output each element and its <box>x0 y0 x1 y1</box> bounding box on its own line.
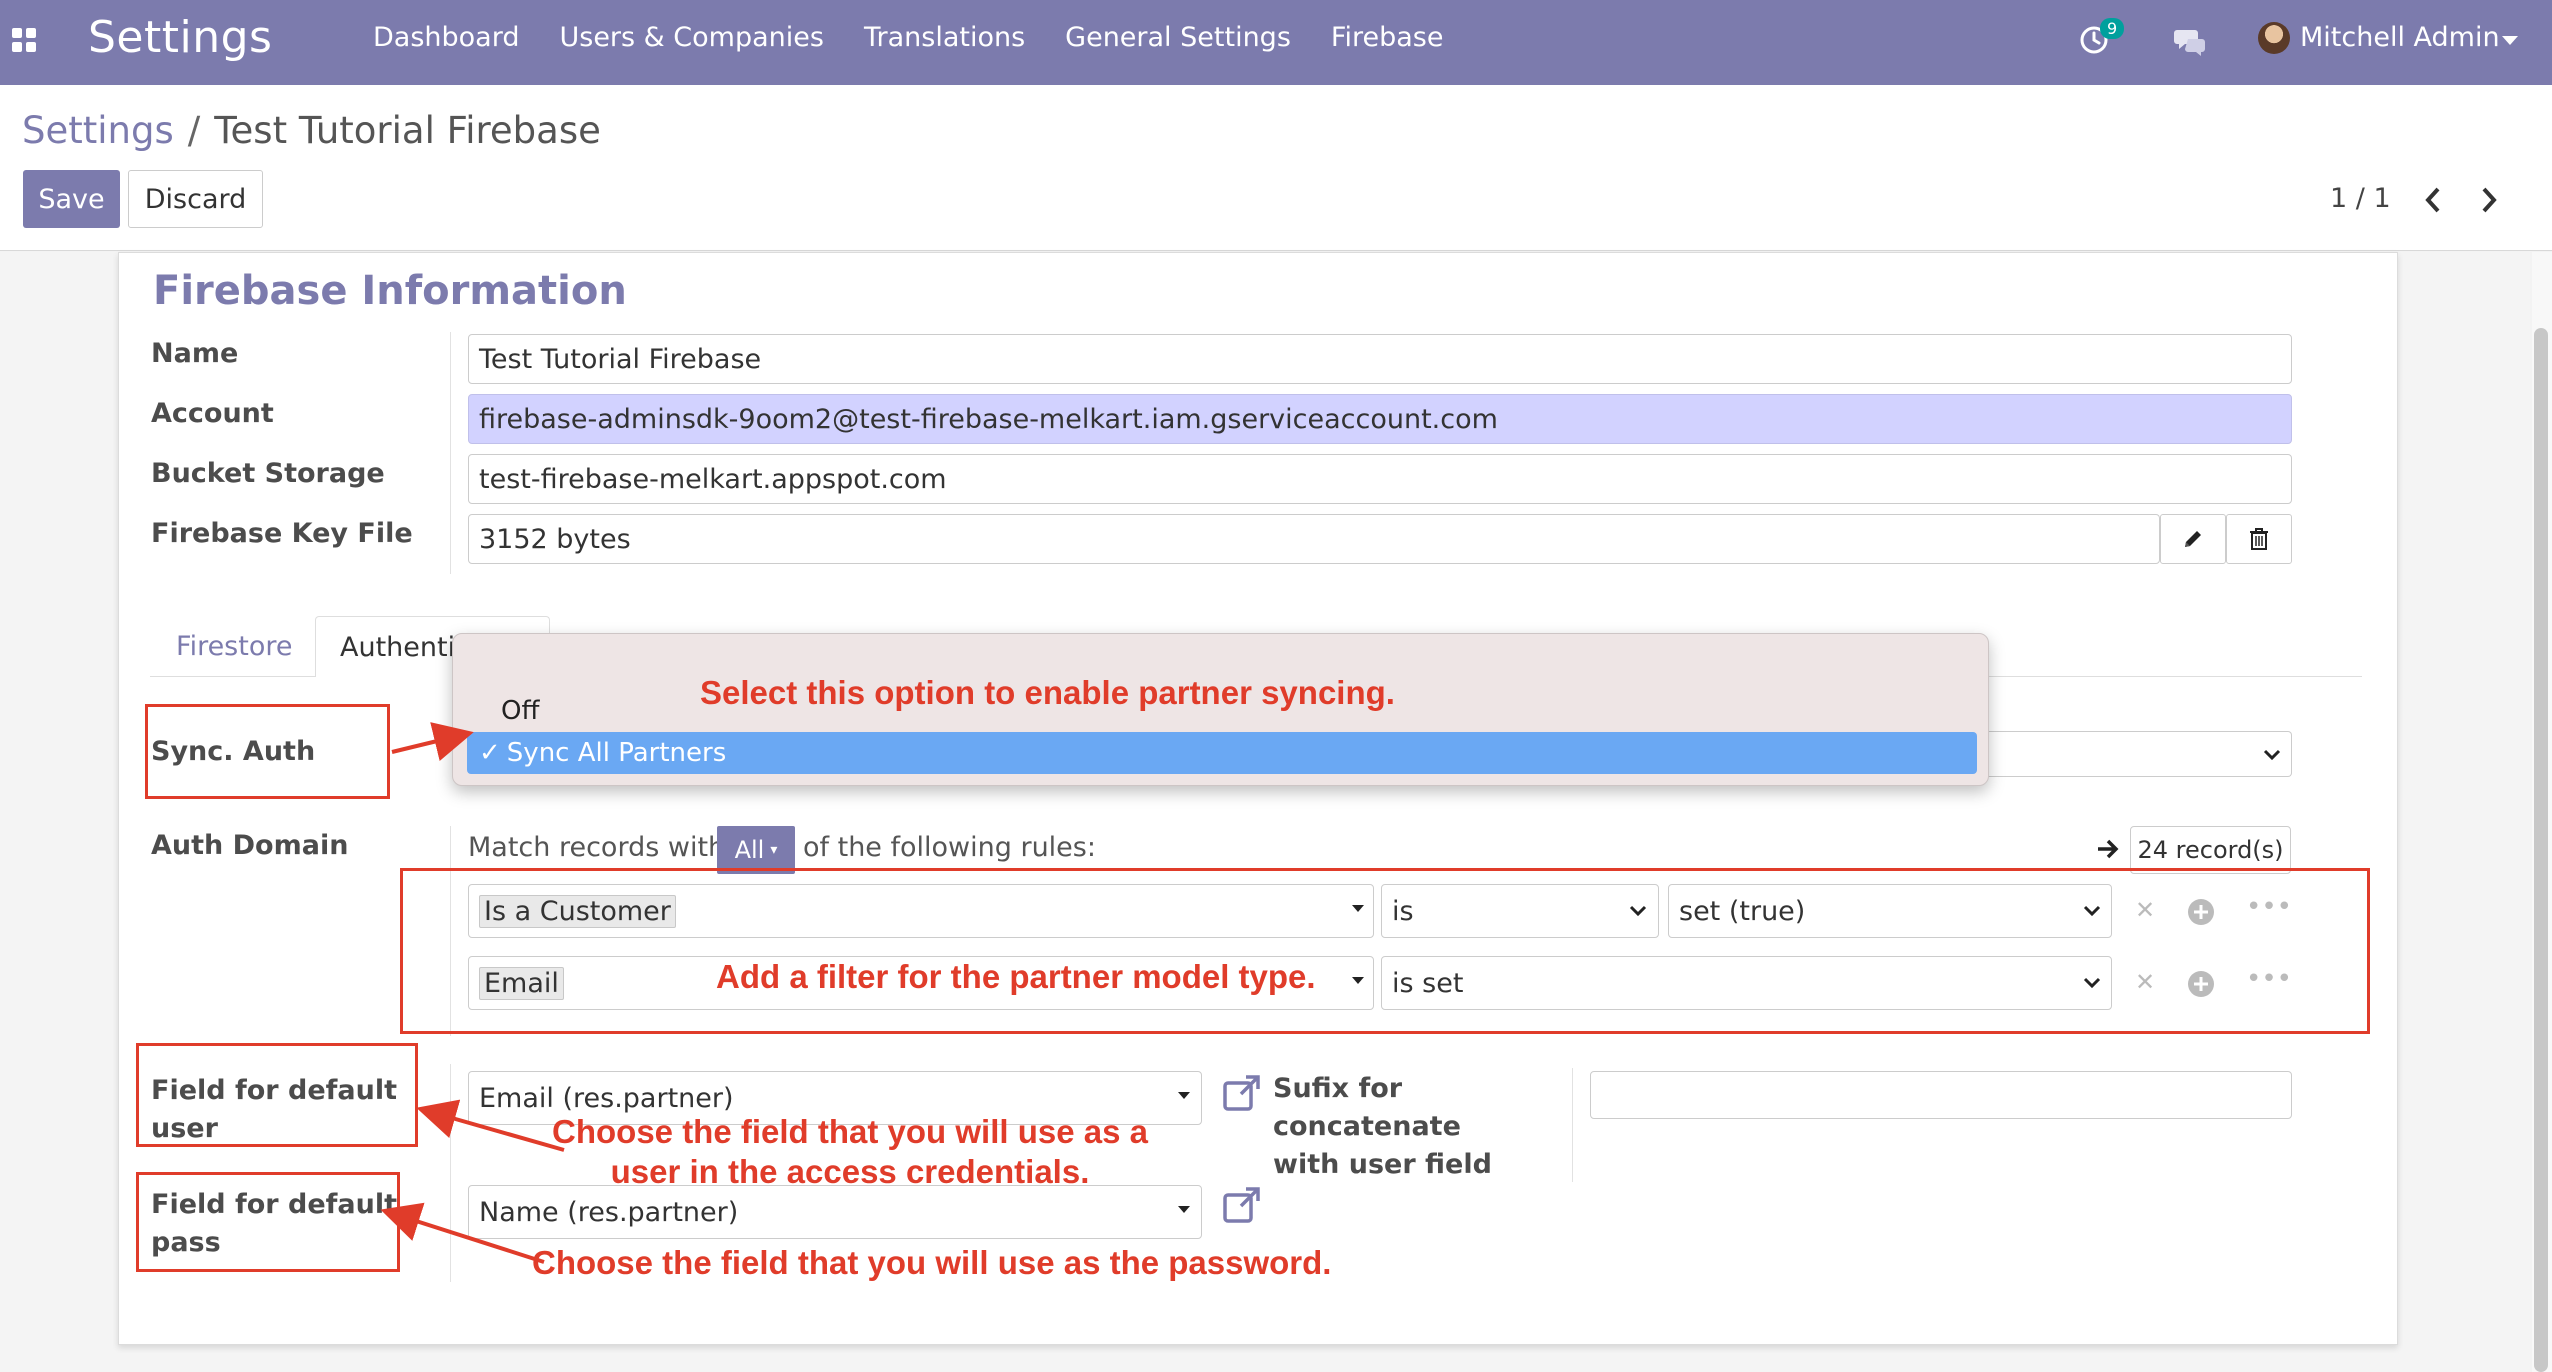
annotation-arrow-user <box>416 1099 565 1152</box>
annotation-arrow-pass <box>380 1202 545 1264</box>
annotation-arrow-sync <box>391 722 474 761</box>
annotation-arrows <box>380 722 565 1264</box>
